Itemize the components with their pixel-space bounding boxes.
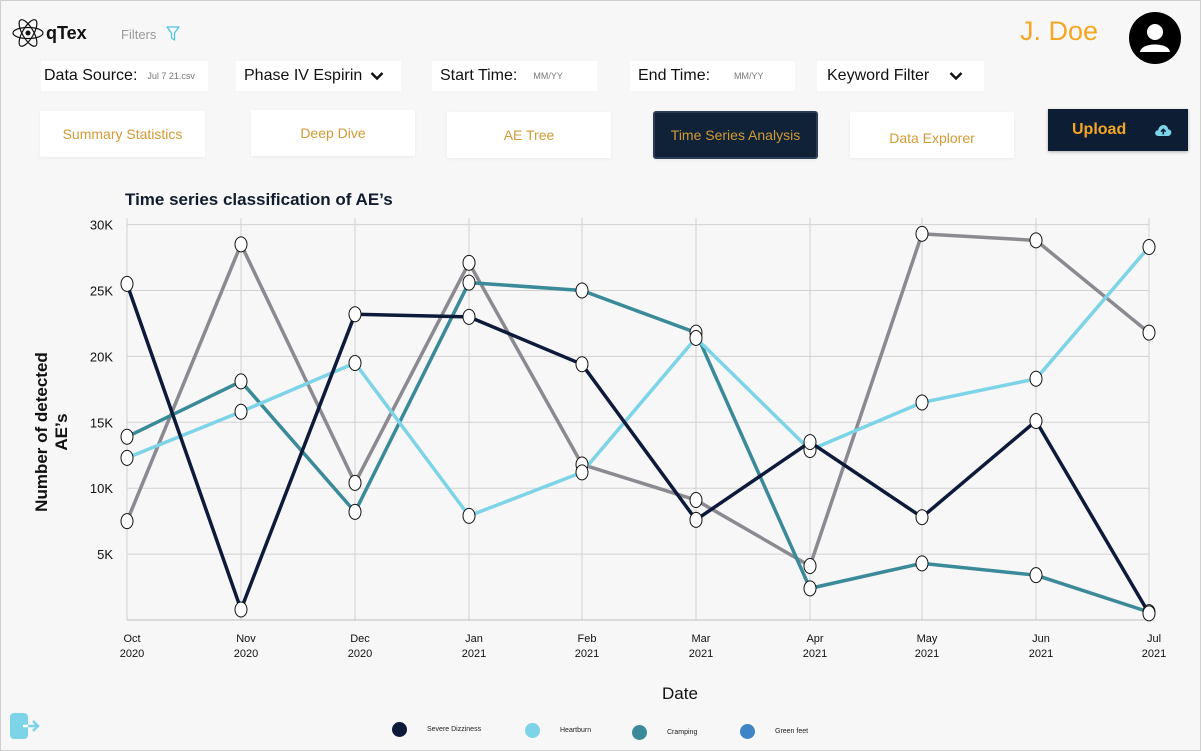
x-tick-month: Nov — [236, 633, 256, 645]
x-tick-year: 2021 — [1029, 648, 1053, 660]
data-point — [234, 373, 248, 390]
legend-label: Green feet — [775, 728, 809, 735]
data-point — [1029, 370, 1043, 387]
legend-item-cramping: Cramping — [632, 725, 697, 740]
x-tick-year: 2021 — [915, 648, 939, 660]
data-point — [348, 354, 362, 371]
data-point — [120, 449, 134, 466]
data-point — [1142, 238, 1156, 255]
x-tick-month: Jan — [465, 633, 483, 645]
data-point — [803, 557, 817, 574]
x-tick-year: 2021 — [575, 648, 599, 660]
data-point — [1142, 324, 1156, 341]
legend-item-heartburn: Heartburn — [525, 723, 591, 738]
legend-marker — [632, 725, 647, 740]
data-point — [689, 511, 703, 528]
x-tick-month: Oct — [123, 633, 140, 645]
series-line — [126, 245, 1151, 518]
data-point — [120, 275, 134, 292]
data-point — [575, 356, 589, 373]
y-tick-label: 25K — [90, 283, 113, 298]
x-tick-month: Dec — [350, 633, 370, 645]
x-tick-month: Feb — [578, 633, 597, 645]
series-line — [125, 232, 1151, 568]
time-series-chart: 30K 25K 20K 15K 10K 5K Oct 2020 Nov 2020 Dec 2020 Ja… — [90, 218, 1166, 660]
data-point — [915, 555, 929, 572]
data-point — [1029, 232, 1043, 249]
data-point — [462, 308, 476, 325]
data-point — [1029, 567, 1043, 584]
x-tick-year: 2020 — [120, 648, 144, 660]
data-point — [462, 274, 476, 291]
x-tick-year: 2021 — [689, 648, 713, 660]
x-tick-year: 2020 — [234, 648, 258, 660]
data-point — [348, 306, 362, 323]
legend-label: Heartburn — [560, 727, 592, 734]
data-point — [120, 513, 134, 530]
x-tick-year: 2021 — [462, 648, 486, 660]
data-point — [348, 474, 362, 491]
data-point — [234, 236, 248, 253]
legend-item-green-feet: Green feet — [740, 724, 808, 739]
x-tick-month: Jul — [1147, 633, 1161, 645]
data-point — [803, 434, 817, 451]
y-tick-label: 20K — [90, 349, 113, 364]
y-tick-label: 5K — [97, 547, 113, 562]
data-point — [575, 282, 589, 299]
legend-marker — [392, 722, 407, 737]
data-point — [689, 329, 703, 346]
data-point — [575, 464, 589, 481]
data-point — [462, 507, 476, 524]
x-tick-month: Mar — [692, 633, 711, 645]
data-point — [234, 601, 248, 618]
data-point — [348, 503, 362, 520]
y-tick-label: 10K — [90, 481, 113, 496]
data-point — [120, 428, 134, 445]
legend-label: Severe Dizziness — [427, 726, 482, 733]
data-point — [803, 580, 817, 597]
x-tick-year: 2021 — [803, 648, 827, 660]
logout-icon[interactable] — [9, 712, 41, 740]
y-tick-label: 30K — [90, 218, 113, 233]
data-point — [462, 254, 476, 271]
data-point — [915, 225, 929, 242]
legend-marker — [525, 723, 540, 738]
series-line — [125, 283, 1151, 615]
data-point — [1142, 605, 1156, 622]
x-tick-year: 2020 — [348, 648, 372, 660]
series-line — [126, 280, 1150, 614]
data-point — [915, 394, 929, 411]
x-tick-year: 2021 — [1142, 648, 1166, 660]
legend-label: Cramping — [667, 729, 698, 736]
data-point — [1029, 412, 1043, 429]
data-point — [689, 492, 703, 509]
y-tick-label: 15K — [90, 415, 113, 430]
x-tick-month: Apr — [806, 633, 823, 645]
x-tick-month: Jun — [1032, 633, 1050, 645]
legend-item-severe-dizziness: Severe Dizziness — [392, 722, 481, 737]
legend-marker — [740, 724, 755, 739]
x-tick-month: May — [917, 633, 938, 645]
data-point — [915, 509, 929, 526]
data-point — [234, 403, 248, 420]
